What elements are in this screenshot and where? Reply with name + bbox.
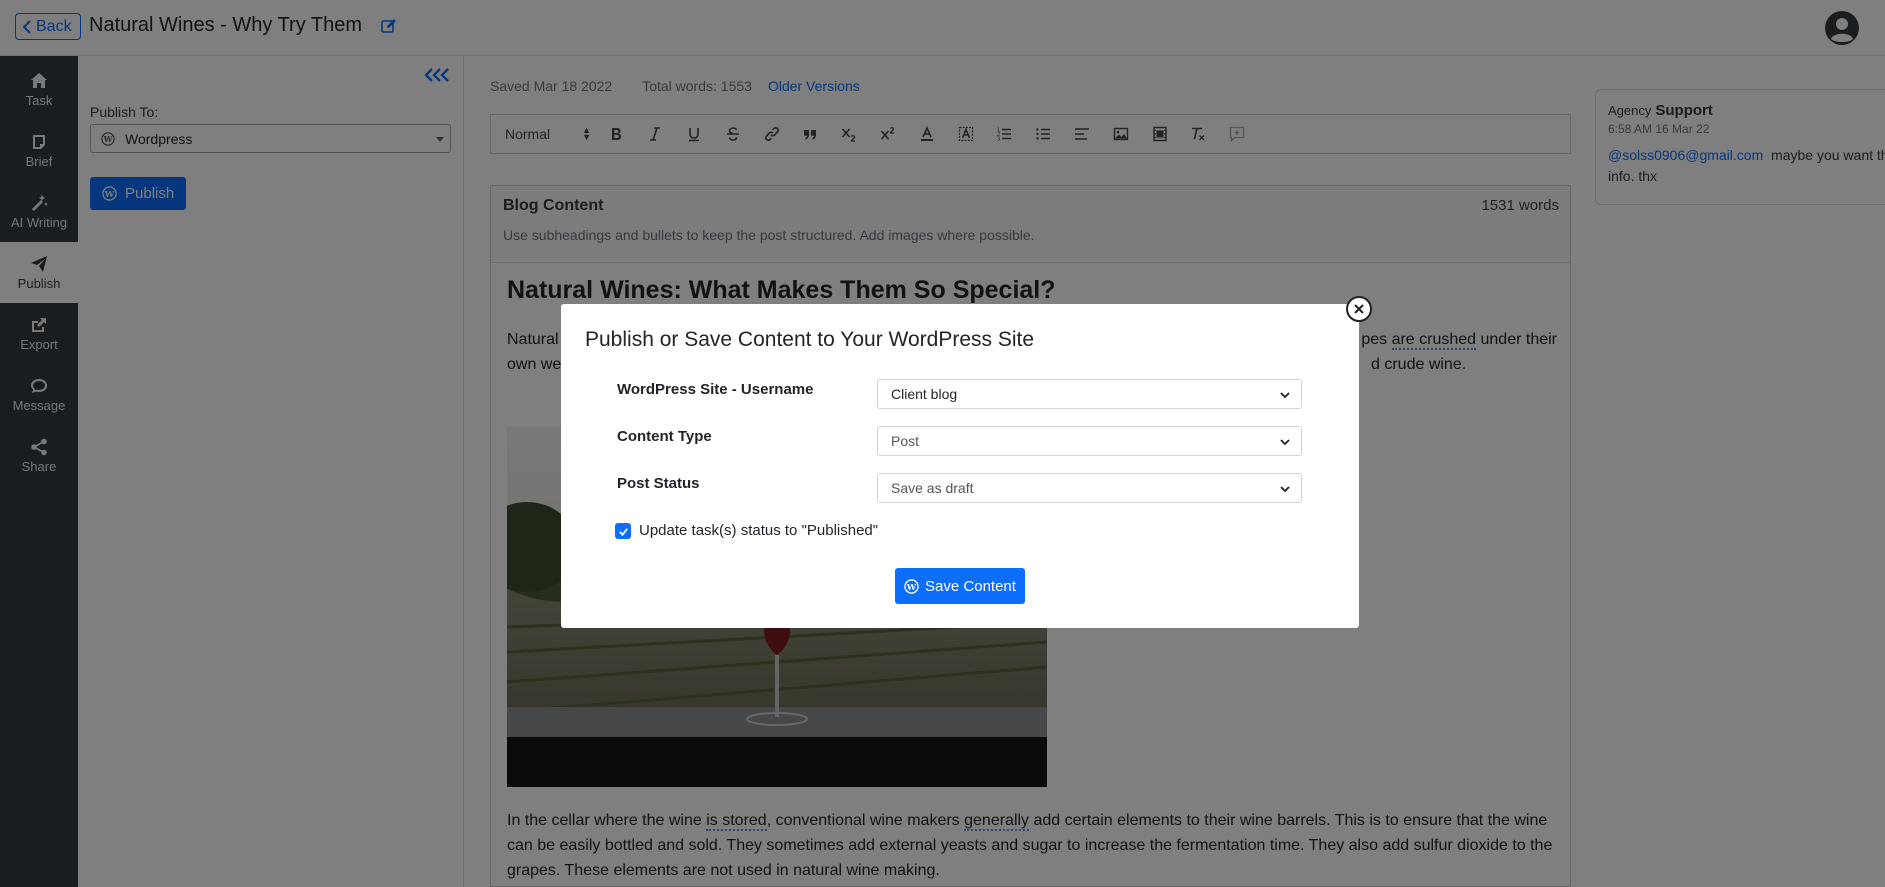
update-status-checkbox[interactable]	[615, 523, 631, 539]
save-content-label: Save Content	[925, 577, 1016, 595]
site-username-label: WordPress Site - Username	[617, 381, 814, 398]
chevron-down-icon	[1280, 486, 1290, 493]
close-icon	[1354, 304, 1364, 314]
site-username-value: Client blog	[891, 386, 958, 402]
post-status-label: Post Status	[617, 475, 700, 492]
check-icon	[618, 527, 628, 536]
chevron-down-icon	[1280, 392, 1290, 399]
content-type-label: Content Type	[617, 428, 712, 445]
chevron-down-icon	[1280, 439, 1290, 446]
content-type-select[interactable]: Post	[877, 426, 1302, 456]
site-username-select[interactable]: Client blog	[877, 379, 1302, 409]
save-content-button[interactable]: W Save Content	[895, 568, 1025, 604]
wordpress-icon: W	[904, 578, 919, 594]
modal-title: Publish or Save Content to Your WordPres…	[585, 328, 1035, 351]
modal-close-button[interactable]	[1346, 296, 1372, 322]
publish-modal: Publish or Save Content to Your WordPres…	[561, 304, 1359, 628]
content-type-value: Post	[891, 433, 920, 449]
update-status-label[interactable]: Update task(s) status to "Published"	[639, 522, 878, 539]
post-status-value: Save as draft	[891, 480, 974, 496]
post-status-select[interactable]: Save as draft	[877, 473, 1302, 503]
svg-text:W: W	[906, 581, 917, 591]
